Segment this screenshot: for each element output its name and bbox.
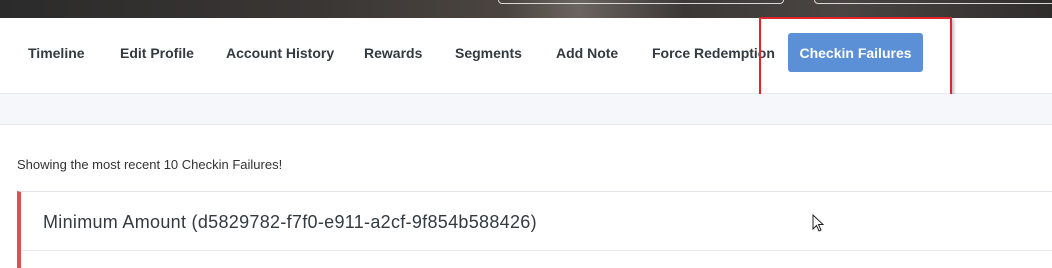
checkin-failure-title: Minimum Amount (d5829782-f7f0-e911-a2cf-… — [43, 212, 537, 232]
mouse-pointer-icon — [812, 214, 825, 232]
tab-rewards[interactable]: Rewards — [364, 45, 422, 61]
card-divider — [21, 250, 1052, 251]
checkin-failure-card[interactable]: Minimum Amount (d5829782-f7f0-e911-a2cf-… — [17, 191, 1052, 268]
checkin-failures-summary: Showing the most recent 10 Checkin Failu… — [17, 157, 283, 172]
profile-tabs-nav: Timeline Edit Profile Account History Re… — [0, 18, 1052, 94]
tab-timeline[interactable]: Timeline — [28, 45, 85, 61]
header-input-left[interactable] — [498, 0, 784, 4]
tab-checkin-failures[interactable]: Checkin Failures — [788, 33, 923, 72]
header-banner — [0, 0, 1052, 18]
tab-account-history[interactable]: Account History — [226, 45, 334, 61]
content-toolbar-band — [0, 94, 1052, 125]
header-input-right[interactable] — [814, 0, 1052, 4]
tab-edit-profile[interactable]: Edit Profile — [120, 45, 194, 61]
tab-force-redemption[interactable]: Force Redemption — [652, 45, 775, 61]
tab-add-note[interactable]: Add Note — [556, 45, 618, 61]
tab-segments[interactable]: Segments — [455, 45, 522, 61]
